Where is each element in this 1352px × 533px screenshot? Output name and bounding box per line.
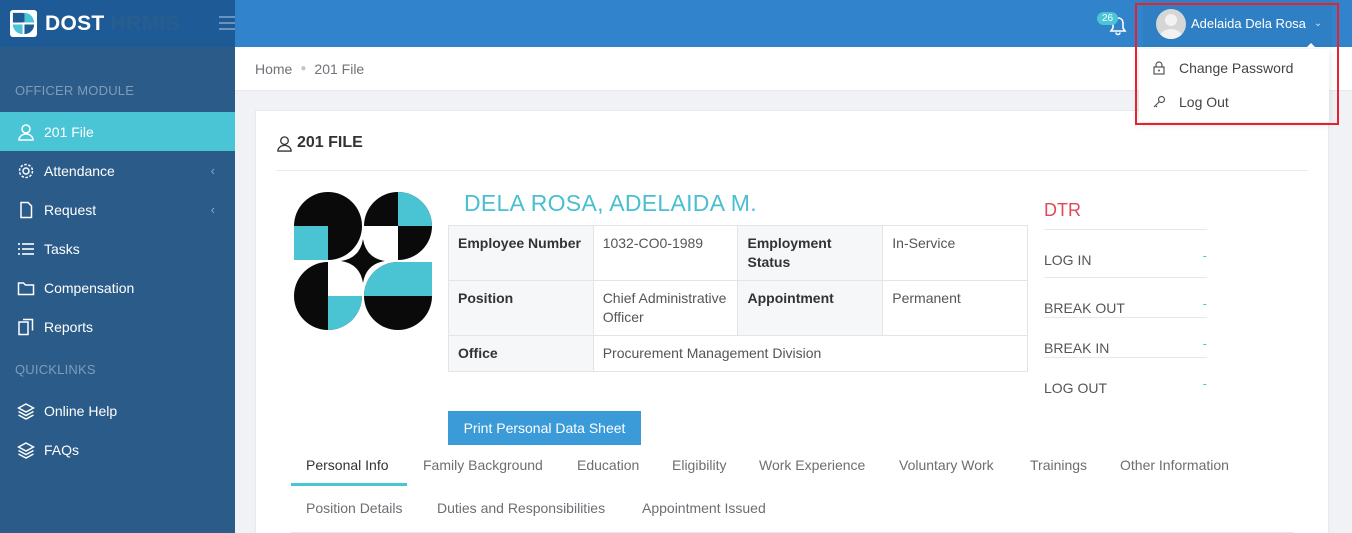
tab-education[interactable]: Education: [577, 457, 639, 473]
tab-work-experience[interactable]: Work Experience: [759, 457, 865, 473]
tab-family-background[interactable]: Family Background: [423, 457, 543, 473]
sidebar-item-label: 201 File: [44, 123, 94, 140]
gear-icon: [18, 163, 34, 178]
office-label: Office: [448, 335, 594, 372]
dost-logo-icon: [10, 10, 37, 37]
brand-title: DOST HRMIS: [45, 12, 180, 36]
dtr-title: DTR: [1044, 200, 1081, 220]
dtr-label: LOG OUT: [1044, 380, 1108, 396]
table-row: Position Chief Administrative Officer Ap…: [448, 280, 1028, 336]
appointment-value: Permanent: [882, 280, 1028, 336]
sidebar: OFFICER MODULE 201 File Attendance ‹ Req…: [0, 47, 235, 533]
dtr-value: -: [1202, 336, 1207, 351]
employment-status-label: Employment Status: [737, 225, 884, 281]
sidebar-section-officer: OFFICER MODULE: [15, 83, 135, 98]
employee-number-label: Employee Number: [448, 225, 594, 281]
sidebar-item-online-help[interactable]: Online Help: [0, 391, 235, 430]
appointment-label: Appointment: [737, 280, 884, 336]
dtr-label: BREAK OUT: [1044, 300, 1125, 316]
page-title: 201 FILE: [276, 134, 363, 152]
tab-appointment-issued[interactable]: Appointment Issued: [642, 500, 766, 516]
breadcrumb-current: 201 File: [314, 60, 365, 77]
brand-secondary: HRMIS: [110, 11, 180, 35]
user-icon: [277, 135, 292, 152]
brand-primary: DOST: [45, 11, 105, 35]
file-icon: [20, 201, 33, 218]
dtr-label: BREAK IN: [1044, 340, 1110, 356]
chevron-left-icon: ‹: [210, 202, 215, 217]
menu-toggle-icon[interactable]: [219, 16, 235, 30]
dtr-value: -: [1202, 248, 1207, 263]
layers-icon: [17, 402, 35, 420]
sidebar-item-tasks[interactable]: Tasks: [0, 229, 235, 268]
profile-card: 201 FILE DELA ROSA, ADELAIDA M. Employee…: [255, 110, 1329, 533]
sidebar-item-label: Request: [44, 201, 97, 218]
dtr-label: LOG IN: [1044, 252, 1092, 268]
office-value: Procurement Management Division: [592, 335, 1029, 372]
tab-position-details[interactable]: Position Details: [306, 500, 403, 516]
layers-icon: [17, 441, 35, 459]
copy-icon: [18, 318, 34, 335]
tab-duties-responsibilities[interactable]: Duties and Responsibilities: [437, 500, 605, 516]
sidebar-item-request[interactable]: Request ‹: [0, 190, 235, 229]
sidebar-item-label: Reports: [44, 318, 94, 335]
sidebar-item-reports[interactable]: Reports: [0, 307, 235, 346]
active-tab-indicator: [291, 483, 407, 486]
sidebar-item-201-file[interactable]: 201 File: [0, 112, 235, 151]
dtr-row-break-in: BREAK IN -: [1044, 317, 1207, 357]
tab-other-information[interactable]: Other Information: [1120, 457, 1229, 473]
employee-name: DELA ROSA, ADELAIDA M.: [464, 190, 757, 216]
brand[interactable]: DOST HRMIS: [0, 0, 235, 47]
employee-info-table: Employee Number 1032-CO0-1989 Employment…: [448, 225, 1029, 372]
notification-badge: 26: [1097, 12, 1119, 25]
agency-logo: [294, 192, 432, 330]
position-value: Chief Administrative Officer: [592, 280, 739, 336]
page-title-text: 201 FILE: [297, 134, 363, 151]
sidebar-item-label: Tasks: [44, 240, 80, 257]
chevron-left-icon: ‹: [210, 163, 215, 178]
sidebar-item-compensation[interactable]: Compensation: [0, 268, 235, 307]
sidebar-section-quicklinks: QUICKLINKS: [15, 362, 96, 377]
position-label: Position: [448, 280, 594, 336]
dtr-value: -: [1202, 376, 1207, 391]
print-pds-button[interactable]: Print Personal Data Sheet: [448, 411, 641, 445]
table-row: Office Procurement Management Division: [448, 335, 1029, 372]
breadcrumb-home[interactable]: Home: [255, 61, 292, 77]
dtr-row-log-in: LOG IN -: [1044, 229, 1207, 269]
breadcrumb-separator: ●: [300, 63, 307, 74]
folder-icon: [17, 281, 35, 295]
sidebar-item-label: Attendance: [44, 162, 115, 179]
sidebar-item-label: FAQs: [44, 441, 80, 458]
employee-number-value: 1032-CO0-1989: [592, 225, 739, 281]
dtr-value: -: [1202, 296, 1207, 311]
table-row: Employee Number 1032-CO0-1989 Employment…: [448, 225, 1028, 281]
tab-trainings[interactable]: Trainings: [1030, 457, 1087, 473]
tab-personal-info[interactable]: Personal Info: [306, 457, 389, 473]
divider: [276, 170, 1308, 171]
highlight-annotation: [1135, 3, 1339, 125]
sidebar-item-faqs[interactable]: FAQs: [0, 430, 235, 469]
employment-status-value: In-Service: [882, 225, 1028, 281]
sidebar-item-label: Online Help: [44, 402, 118, 419]
dtr-row-break-out: BREAK OUT -: [1044, 277, 1207, 317]
list-icon: [18, 242, 34, 255]
tab-eligibility[interactable]: Eligibility: [672, 457, 726, 473]
tab-voluntary-work[interactable]: Voluntary Work: [899, 457, 994, 473]
dtr-row-log-out: LOG OUT -: [1044, 357, 1207, 397]
sidebar-item-label: Compensation: [44, 279, 135, 296]
user-icon: [18, 123, 34, 141]
sidebar-item-attendance[interactable]: Attendance ‹: [0, 151, 235, 190]
